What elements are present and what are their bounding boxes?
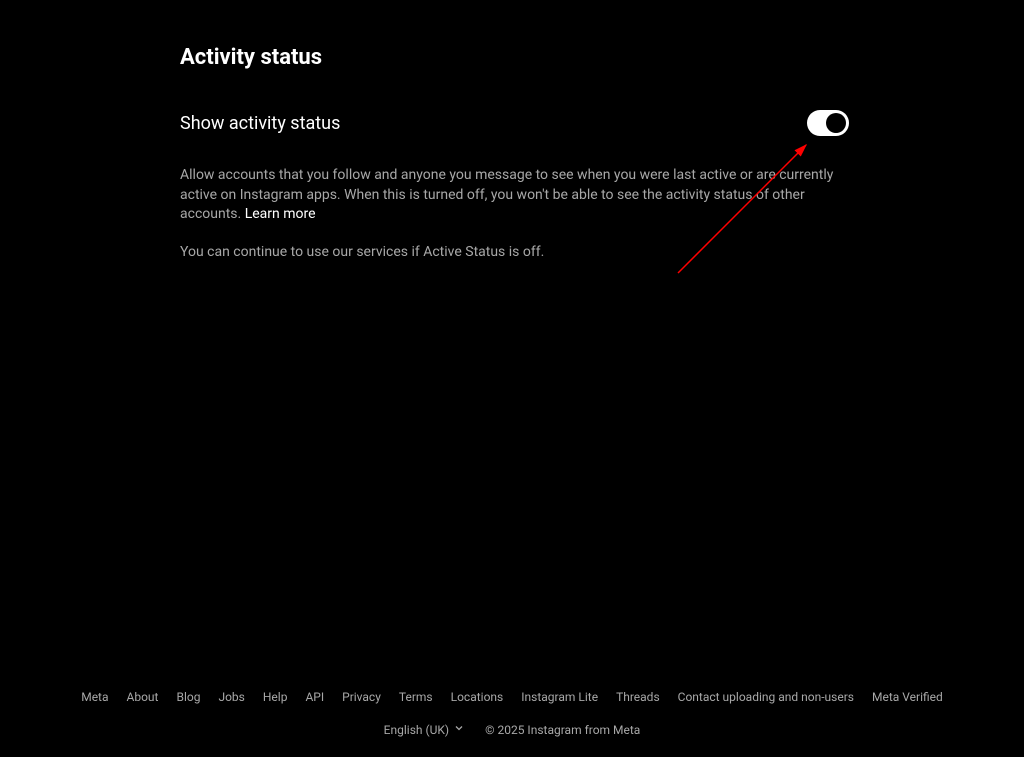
setting-description: Allow accounts that you follow and anyon… bbox=[180, 166, 849, 225]
toggle-knob bbox=[826, 113, 846, 133]
footer-link-instagram-lite[interactable]: Instagram Lite bbox=[521, 690, 598, 704]
footer-links: Meta About Blog Jobs Help API Privacy Te… bbox=[0, 690, 1024, 704]
footer-link-blog[interactable]: Blog bbox=[176, 690, 200, 704]
show-activity-status-label: Show activity status bbox=[180, 113, 340, 134]
footer: Meta About Blog Jobs Help API Privacy Te… bbox=[0, 690, 1024, 737]
footer-link-meta[interactable]: Meta bbox=[81, 690, 108, 704]
footer-link-meta-verified[interactable]: Meta Verified bbox=[872, 690, 943, 704]
footer-link-help[interactable]: Help bbox=[263, 690, 288, 704]
secondary-description: You can continue to use our services if … bbox=[180, 243, 849, 263]
footer-link-locations[interactable]: Locations bbox=[451, 690, 504, 704]
footer-bottom: English (UK) © 2025 Instagram from Meta bbox=[0, 722, 1024, 737]
footer-link-contact-uploading[interactable]: Contact uploading and non-users bbox=[678, 690, 854, 704]
chevron-down-icon bbox=[453, 722, 465, 737]
copyright-text: © 2025 Instagram from Meta bbox=[485, 723, 640, 737]
activity-status-toggle[interactable] bbox=[807, 110, 849, 136]
footer-link-threads[interactable]: Threads bbox=[616, 690, 660, 704]
footer-link-terms[interactable]: Terms bbox=[399, 690, 433, 704]
language-selector[interactable]: English (UK) bbox=[384, 722, 465, 737]
page-title: Activity status bbox=[180, 45, 849, 70]
footer-link-jobs[interactable]: Jobs bbox=[218, 690, 244, 704]
learn-more-link[interactable]: Learn more bbox=[245, 206, 316, 222]
setting-row: Show activity status bbox=[180, 110, 849, 136]
footer-link-api[interactable]: API bbox=[305, 690, 324, 704]
footer-link-privacy[interactable]: Privacy bbox=[342, 690, 381, 704]
footer-link-about[interactable]: About bbox=[127, 690, 159, 704]
language-label: English (UK) bbox=[384, 723, 449, 737]
